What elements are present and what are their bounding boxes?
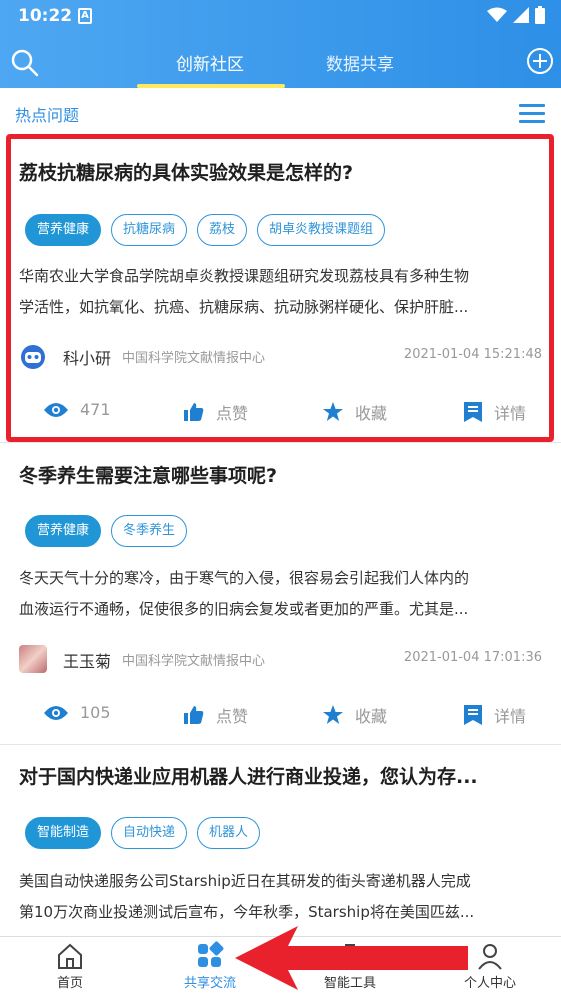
signal-icon	[513, 7, 529, 23]
user-avatar	[19, 645, 47, 673]
post-title[interactable]: 冬季养生需要注意哪些事项呢?	[19, 461, 277, 488]
wifi-icon	[487, 7, 507, 22]
favorite-label: 收藏	[355, 707, 388, 726]
tag[interactable]: 智能制造	[25, 817, 102, 849]
nav-home[interactable]: 首页	[20, 941, 120, 991]
tag[interactable]: 营养健康	[25, 515, 102, 547]
thumbs-up-icon	[184, 706, 204, 724]
nav-share[interactable]: 共享交流	[160, 941, 260, 991]
detail-doc-icon	[464, 705, 482, 725]
search-icon[interactable]	[10, 48, 40, 78]
hot-topics-bar	[0, 88, 561, 136]
author-name: 王玉菊	[63, 652, 112, 671]
tab-innovation-community[interactable]: 创新社区	[176, 50, 244, 75]
post-card[interactable]: 对于国内快递业应用机器人进行商业投递，您认为存... 智能制造 自动快递 机器人…	[0, 745, 561, 936]
like-button[interactable]: 点赞	[184, 703, 248, 727]
post-actions: 105 点赞 收藏 详情	[0, 695, 561, 735]
post-tags: 营养健康 冬季养生	[25, 515, 188, 547]
hot-topics-label: 热点问题	[15, 106, 80, 125]
summary-line: 第10万次商业投递测试后宣布，今年秋季，Starship将在美国匹兹...	[19, 903, 475, 921]
bottom-nav: 首页 共享交流 智能工具 个人中心	[0, 936, 561, 997]
highlight-box	[6, 134, 554, 442]
author-org: 中国科学院文献情报中心	[122, 654, 266, 669]
tab-data-sharing[interactable]: 数据共享	[326, 50, 394, 75]
nav-label: 首页	[56, 976, 83, 991]
post-summary: 冬天天气十分的寒冷，由于寒气的入侵，很容易会引起我们人体内的 血液运行不通畅，促…	[19, 563, 547, 625]
eye-icon	[44, 705, 68, 720]
author-row: 王玉菊 中国科学院文献情报中心 2021-01-04 17:01:36	[19, 645, 544, 673]
summary-line: 血液运行不通畅，促使很多的旧病会复发或者更加的严重。尤其是...	[19, 600, 469, 618]
add-circle-icon[interactable]	[525, 46, 555, 76]
detail-label: 详情	[494, 707, 527, 726]
nav-tools[interactable]: 智能工具	[300, 941, 400, 991]
battery-icon	[535, 6, 545, 24]
nav-label: 智能工具	[323, 976, 376, 991]
view-count-value: 105	[80, 703, 111, 722]
post-summary: 美国自动快递服务公司Starship近日在其研发的街头寄递机器人完成 第10万次…	[19, 866, 547, 928]
summary-line: 冬天天气十分的寒冷，由于寒气的入侵，很容易会引起我们人体内的	[19, 569, 470, 587]
post-card[interactable]: 冬季养生需要注意哪些事项呢? 营养健康 冬季养生 冬天天气十分的寒冷，由于寒气的…	[0, 443, 561, 744]
post-time: 2021-01-04 17:01:36	[403, 650, 542, 665]
tag[interactable]: 自动快递	[111, 817, 188, 849]
nav-label: 个人中心	[463, 976, 516, 991]
app-header: 10:22 A 创新社区 数据共享	[0, 0, 561, 88]
star-icon	[323, 705, 343, 724]
favorite-button[interactable]: 收藏	[323, 703, 387, 727]
system-icons	[487, 6, 545, 24]
notification-a-icon: A	[78, 8, 92, 24]
tools-icon	[340, 944, 360, 966]
tag[interactable]: 机器人	[197, 817, 261, 849]
summary-line: 美国自动快递服务公司Starship近日在其研发的街头寄递机器人完成	[19, 872, 471, 890]
nav-profile[interactable]: 个人中心	[440, 941, 540, 991]
like-label: 点赞	[216, 707, 249, 726]
person-icon	[478, 944, 502, 970]
status-time: 10:22	[18, 6, 73, 26]
share-grid-icon	[198, 941, 224, 967]
menu-icon[interactable]	[519, 104, 545, 126]
detail-button[interactable]: 详情	[464, 703, 526, 727]
tag[interactable]: 冬季养生	[111, 515, 188, 547]
post-title[interactable]: 对于国内快递业应用机器人进行商业投递，您认为存...	[19, 762, 478, 789]
home-icon	[58, 943, 82, 969]
post-tags: 智能制造 自动快递 机器人	[25, 817, 261, 849]
view-count: 105	[44, 703, 111, 722]
nav-label: 共享交流	[183, 976, 236, 991]
status-bar: 10:22 A	[0, 0, 561, 34]
